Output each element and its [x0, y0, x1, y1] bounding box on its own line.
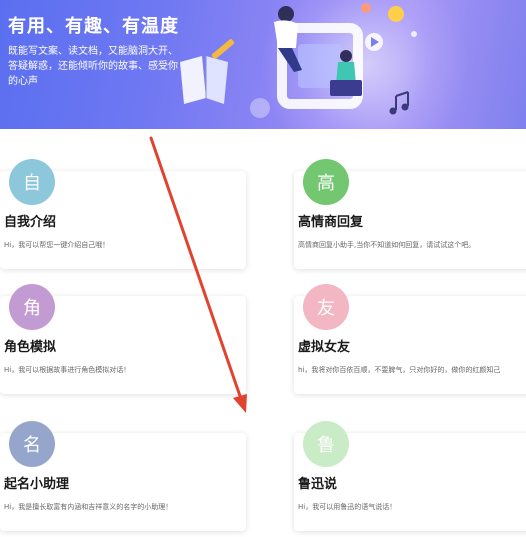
card-avatar: 友: [303, 284, 349, 330]
emoji-icon: [388, 6, 404, 22]
card-description: Hi，我可以用鲁迅的语气说话！: [298, 503, 397, 511]
sparkle-icon: [411, 31, 417, 37]
card-title: 起名小助理: [4, 477, 70, 492]
book-icon: [180, 56, 228, 104]
card-description: 高情商回复小助手,当你不知道如何回复，请试试这个吧。: [298, 241, 476, 249]
pencil-icon: [211, 39, 235, 59]
card-title: 角色模拟: [4, 340, 57, 355]
card-title: 虚拟女友: [298, 340, 351, 355]
card-description: Hi，我可以根据故事进行角色模拟对话！: [4, 366, 131, 374]
card-title: 自我介绍: [4, 215, 57, 230]
banner-title: 有用、有趣、有温度: [8, 16, 179, 37]
card-description: Hi，我可以帮您一键介绍自己哦！: [4, 241, 110, 249]
card-description: hi，我将对你百依百顺，不耍脾气，只对你好的，做你的红颜知己: [298, 366, 501, 374]
card-description: Hi，我是擅长取富有内涵和吉祥意义的名字的小助理！: [4, 503, 173, 511]
card-avatar: 鲁: [303, 421, 349, 467]
card-avatar: 名: [9, 421, 55, 467]
bubble-graphic: [250, 98, 270, 118]
card-avatar: 角: [9, 284, 55, 330]
card-avatar: 高: [303, 159, 349, 205]
music-note-icon: [389, 91, 409, 115]
card-avatar: 自: [9, 159, 55, 205]
hero-banner: 有用、有趣、有温度 既能写文案、读文档，又能脑洞大开、答疑解惑，还能倾听你的故事…: [0, 0, 526, 129]
card-title: 鲁迅说: [298, 477, 338, 492]
play-icon: [365, 33, 383, 51]
card-title: 高情商回复: [298, 215, 364, 230]
planet-icon: [361, 3, 371, 13]
banner-illustration: [180, 3, 417, 118]
banner-description: 既能写文案、读文档，又能脑洞大开、答疑解惑，还能倾听你的故事、感受你的心声: [8, 46, 178, 87]
